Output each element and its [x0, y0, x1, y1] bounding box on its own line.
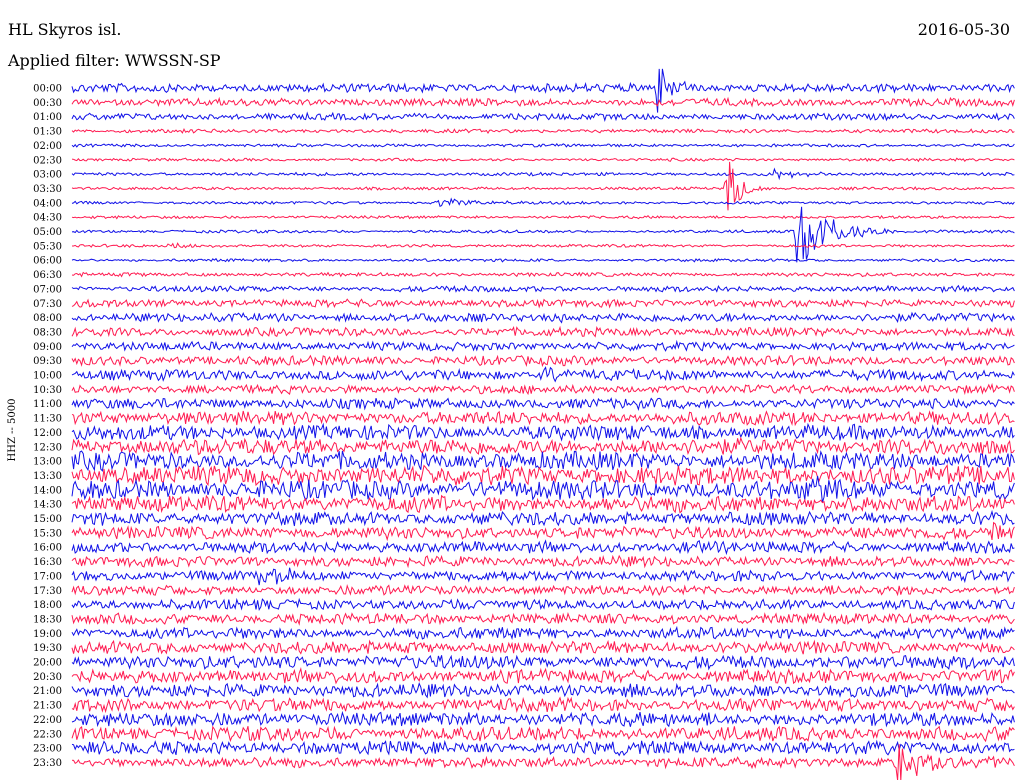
seismic-trace [71, 744, 1015, 780]
seismic-trace [71, 710, 1015, 728]
seismic-trace [71, 311, 1015, 324]
time-tick-label: 03:00 [33, 170, 62, 181]
time-tick-label: 11:00 [33, 399, 62, 410]
time-tick-label: 13:30 [33, 471, 62, 482]
time-tick-label: 07:30 [33, 299, 62, 310]
seismic-trace [71, 397, 1015, 412]
seismic-trace [71, 725, 1015, 743]
time-tick-label: 01:00 [33, 112, 62, 123]
time-tick-label: 11:30 [33, 414, 62, 425]
time-tick-label: 08:30 [33, 327, 62, 338]
time-tick-label: 22:00 [33, 715, 62, 726]
time-tick-label: 16:00 [33, 543, 62, 554]
time-tick-label: 04:30 [33, 213, 62, 224]
time-tick-label: 21:30 [33, 701, 62, 712]
time-tick-labels: 00:00 00:30 01:00 01:30 02:00 02:30 03:00 03:30… [33, 84, 62, 769]
time-tick-label: 09:30 [33, 356, 62, 367]
helicorder-plot: 00:00 00:30 01:00 01:30 02:00 02:30 03:00 03:30… [7, 68, 1015, 780]
time-tick-label: 00:30 [33, 98, 62, 109]
time-tick-label: 01:30 [33, 127, 62, 138]
time-tick-label: 22:30 [33, 729, 62, 740]
seismic-trace [71, 494, 1015, 514]
seismic-trace [71, 739, 1015, 757]
seismic-trace [71, 206, 1015, 263]
seismic-trace [71, 667, 1015, 685]
seismic-trace [71, 284, 1015, 294]
seismic-trace [71, 111, 1015, 123]
seismic-trace [71, 271, 1015, 278]
time-tick-label: 18:30 [33, 614, 62, 625]
time-tick-label: 12:00 [33, 428, 62, 439]
seismic-trace [71, 68, 1015, 113]
seismic-trace [71, 597, 1015, 611]
seismic-trace [71, 450, 1015, 472]
time-tick-label: 15:30 [33, 528, 62, 539]
seismic-trace [71, 257, 1015, 263]
seismic-trace [71, 521, 1015, 542]
time-tick-label: 18:00 [33, 600, 62, 611]
seismic-trace [71, 539, 1015, 556]
seismic-trace [71, 167, 1015, 181]
time-tick-label: 23:00 [33, 744, 62, 755]
time-tick-label: 00:00 [33, 84, 62, 95]
seismic-trace [71, 567, 1015, 586]
seismic-trace [71, 214, 1015, 220]
time-tick-label: 15:00 [33, 514, 62, 525]
time-tick-label: 09:00 [33, 342, 62, 353]
seismic-trace [71, 463, 1015, 487]
time-tick-label: 13:00 [33, 457, 62, 468]
time-tick-label: 20:00 [33, 658, 62, 669]
seismic-trace [71, 696, 1015, 714]
time-tick-label: 08:00 [33, 313, 62, 324]
seismic-trace [71, 325, 1015, 338]
seismic-trace [72, 242, 1015, 249]
time-tick-label: 14:30 [33, 500, 62, 511]
seismic-trace [71, 625, 1015, 641]
time-tick-label: 06:30 [33, 270, 62, 281]
seismic-trace [71, 366, 1015, 383]
seismic-trace [71, 339, 1015, 352]
seismic-trace [71, 297, 1015, 309]
seismic-trace [71, 382, 1015, 396]
time-tick-label: 14:00 [33, 485, 62, 496]
seismic-trace [71, 197, 1015, 207]
seismic-trace [71, 583, 1015, 597]
time-tick-label: 10:30 [33, 385, 62, 396]
time-tick-label: 06:00 [33, 256, 62, 267]
time-tick-label: 07:00 [33, 284, 62, 295]
time-tick-label: 16:30 [33, 557, 62, 568]
time-tick-label: 19:00 [33, 629, 62, 640]
time-tick-label: 02:00 [33, 141, 62, 152]
time-tick-label: 20:30 [33, 672, 62, 683]
time-tick-label: 02:30 [33, 155, 62, 166]
time-tick-label: 19:30 [33, 643, 62, 654]
seismic-trace [71, 96, 1015, 108]
seismic-trace [71, 157, 1015, 163]
y-axis-label: HHZ -- 5000 [7, 399, 18, 462]
time-tick-label: 10:00 [33, 371, 62, 382]
time-tick-label: 05:30 [33, 241, 62, 252]
time-tick-label: 04:00 [33, 198, 62, 209]
time-tick-label: 12:30 [33, 442, 62, 453]
seismic-trace [71, 681, 1015, 699]
time-tick-label: 05:00 [33, 227, 62, 238]
seismic-trace [71, 654, 1015, 671]
seismic-trace [71, 436, 1015, 456]
seismic-trace [71, 354, 1015, 368]
seismic-trace [71, 639, 1015, 655]
seismic-trace [71, 410, 1015, 427]
seismic-trace [71, 509, 1015, 527]
seismic-trace [71, 422, 1015, 442]
seismic-trace [71, 611, 1015, 626]
time-tick-label: 03:30 [33, 184, 62, 195]
seismic-trace [71, 475, 1015, 503]
time-tick-label: 17:30 [33, 586, 62, 597]
seismic-trace [71, 554, 1015, 569]
trace-group [71, 68, 1015, 780]
time-tick-label: 17:00 [33, 571, 62, 582]
seismic-trace [71, 128, 1015, 134]
seismic-trace [71, 142, 1015, 148]
time-tick-label: 21:00 [33, 686, 62, 697]
time-tick-label: 23:30 [33, 758, 62, 769]
